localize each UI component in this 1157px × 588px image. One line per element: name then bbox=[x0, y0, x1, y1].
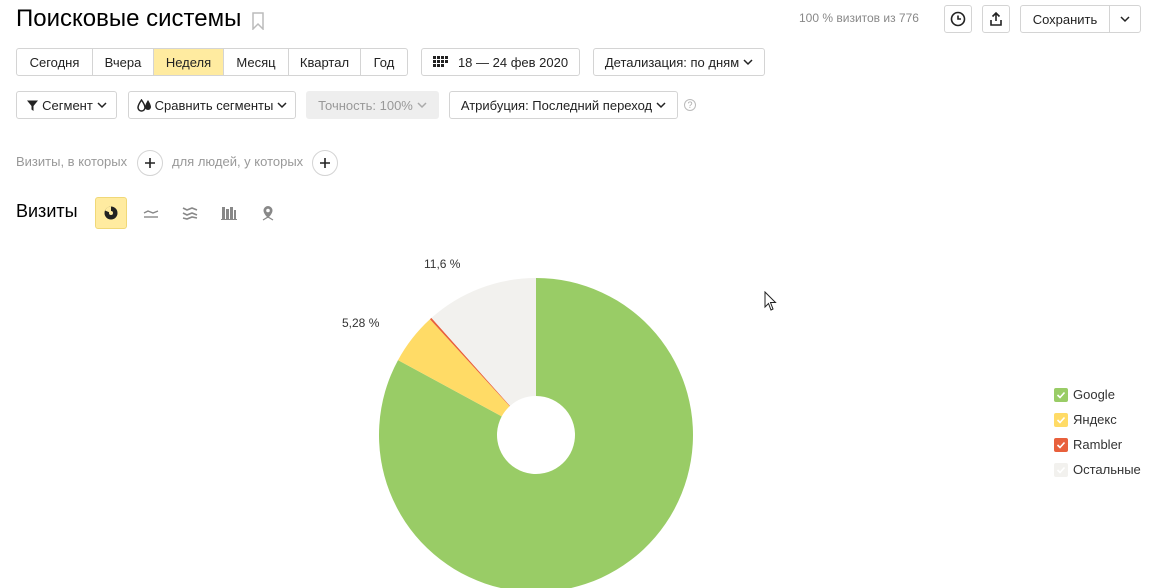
attribution-label: Атрибуция: Последний переход bbox=[460, 97, 653, 113]
mouse-cursor-icon bbox=[764, 291, 777, 311]
compare-label: Сравнить сегменты bbox=[154, 97, 274, 113]
bar-icon bbox=[221, 207, 237, 220]
area-icon bbox=[182, 207, 198, 220]
chart-type-pie-button[interactable] bbox=[95, 197, 127, 229]
chart-type-area-button[interactable] bbox=[174, 197, 206, 229]
plus-icon bbox=[320, 158, 330, 168]
compare-segments-button[interactable]: Сравнить сегменты bbox=[128, 91, 296, 119]
checkbox-icon bbox=[1054, 412, 1068, 427]
drops-icon bbox=[136, 98, 151, 112]
legend-label: Rambler bbox=[1073, 437, 1123, 452]
checkbox-icon bbox=[1054, 462, 1068, 477]
legend-item-other[interactable]: Остальные bbox=[1054, 462, 1141, 477]
plus-icon bbox=[145, 158, 155, 168]
legend-label: Яндекс bbox=[1073, 412, 1117, 427]
pie-icon bbox=[104, 206, 118, 220]
period-yesterday[interactable]: Вчера bbox=[93, 49, 154, 75]
visits-filter-label: Визиты, в которых bbox=[16, 154, 128, 169]
attribution-dropdown[interactable]: Атрибуция: Последний переход bbox=[449, 91, 678, 119]
accuracy-label: Точность: 100% bbox=[318, 97, 413, 113]
segment-label: Сегмент bbox=[42, 97, 93, 113]
chevron-down-icon bbox=[417, 102, 427, 109]
history-button[interactable] bbox=[944, 5, 972, 33]
visits-share-text: 100 % визитов из 776 bbox=[799, 11, 919, 25]
period-week[interactable]: Неделя bbox=[154, 49, 224, 75]
detail-dropdown[interactable]: Детализация: по дням bbox=[593, 48, 765, 76]
chevron-down-icon bbox=[97, 102, 107, 109]
chart-type-bar-button[interactable] bbox=[213, 197, 245, 229]
save-button[interactable]: Сохранить bbox=[1020, 5, 1110, 33]
chart-section-title: Визиты bbox=[16, 201, 78, 221]
share-icon bbox=[990, 11, 1002, 26]
chart-type-map-button[interactable] bbox=[252, 197, 284, 229]
save-options-button[interactable] bbox=[1109, 5, 1141, 33]
legend-item-google[interactable]: Google bbox=[1054, 387, 1115, 402]
help-icon[interactable]: ? bbox=[684, 99, 696, 111]
map-icon bbox=[262, 206, 274, 221]
bookmark-icon[interactable] bbox=[251, 12, 265, 30]
date-range-button[interactable]: 18 — 24 фев 2020 bbox=[421, 48, 580, 76]
export-button[interactable] bbox=[982, 5, 1010, 33]
chevron-down-icon bbox=[1120, 16, 1130, 23]
calendar-icon bbox=[432, 56, 448, 67]
pie-label-yandex: 5,28 % bbox=[342, 316, 380, 330]
filter-icon bbox=[27, 100, 39, 111]
period-selector: Сегодня Вчера Неделя Месяц Квартал Год bbox=[16, 48, 408, 76]
period-month[interactable]: Месяц bbox=[224, 49, 289, 75]
add-people-condition-button[interactable] bbox=[312, 150, 338, 176]
legend-label: Остальные bbox=[1073, 462, 1141, 477]
line-icon bbox=[143, 210, 159, 218]
legend-item-yandex[interactable]: Яндекс bbox=[1054, 412, 1117, 427]
period-year[interactable]: Год bbox=[361, 49, 407, 75]
period-today[interactable]: Сегодня bbox=[17, 49, 93, 75]
checkbox-icon bbox=[1054, 387, 1068, 402]
legend-label: Google bbox=[1073, 387, 1115, 402]
segment-button[interactable]: Сегмент bbox=[16, 91, 117, 119]
accuracy-dropdown: Точность: 100% bbox=[306, 91, 439, 119]
pie-label-other: 11,6 % bbox=[424, 257, 461, 271]
date-range-label: 18 — 24 фев 2020 bbox=[457, 54, 569, 70]
checkbox-icon bbox=[1054, 437, 1068, 452]
legend-item-rambler[interactable]: Rambler bbox=[1054, 437, 1122, 452]
people-filter-label: для людей, у которых bbox=[172, 154, 304, 169]
detail-label: Детализация: по дням bbox=[604, 54, 740, 70]
chevron-down-icon bbox=[656, 102, 666, 109]
period-quarter[interactable]: Квартал bbox=[289, 49, 361, 75]
chevron-down-icon bbox=[743, 59, 753, 66]
pie-chart bbox=[379, 278, 693, 588]
chevron-down-icon bbox=[277, 102, 287, 109]
chart-type-line-button[interactable] bbox=[135, 197, 167, 229]
page-title: Поисковые системы bbox=[16, 5, 242, 32]
clock-icon bbox=[950, 11, 966, 27]
add-visit-condition-button[interactable] bbox=[137, 150, 163, 176]
